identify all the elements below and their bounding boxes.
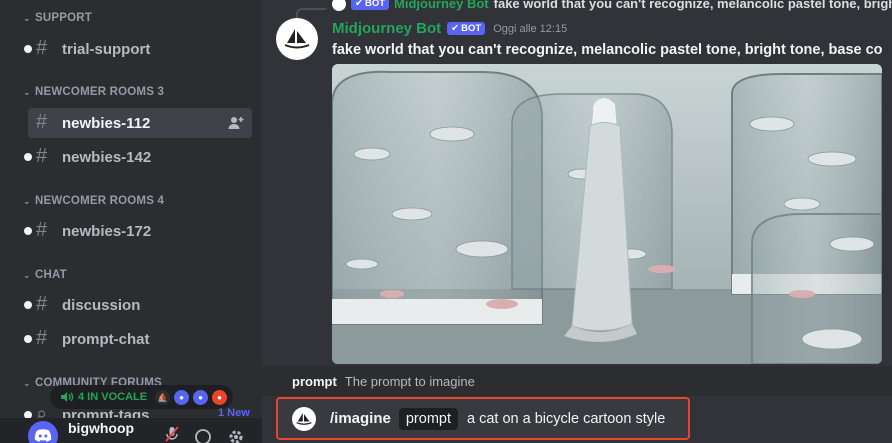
hash-icon: # [36,326,48,349]
avatar[interactable] [28,420,58,443]
midjourney-boat-icon [284,29,310,49]
username: bigwhoop [68,419,135,436]
discord-avatar-icon: ● [193,389,209,405]
message-text: fake world that you can't recognize, mel… [332,42,883,58]
avatar [332,0,346,11]
category-chat[interactable]: ⌄ CHAT [23,269,67,281]
chevron-down-icon: ⌄ [23,195,31,206]
category-newcomer-rooms-4[interactable]: ⌄ NEWCOMER ROOMS 4 [23,195,164,207]
thread-hash-icon: # [36,110,48,133]
aquarium-image [332,64,882,364]
channel-sidebar: ⌄ SUPPORT # trial-support ⌄ NEWCOMER ROO… [0,0,262,443]
voice-activity-pill[interactable]: 4 IN VOCALE ⛵ ● ● ● [50,385,234,409]
channel-newbies-112[interactable]: # newbies-112 [28,108,252,138]
headphones-icon[interactable] [194,428,212,443]
message-author[interactable]: Midjourney Bot [332,20,441,37]
discord-avatar-icon: ● [212,389,228,405]
check-icon: ✔ [451,23,460,34]
boat-icon: ⛵ [155,389,171,405]
midjourney-boat-icon [296,412,312,425]
discord-logo-icon [34,429,52,442]
prompt-input[interactable]: a cat on a bicycle cartoon style [467,411,665,427]
command-option-hint[interactable]: prompt The prompt to imagine [262,366,892,396]
message-timestamp: Oggi alle 12:15 [493,22,568,35]
message-composer[interactable]: /imagine prompt a cat on a bicycle carto… [276,397,690,440]
thread-hash-icon: # [36,144,48,167]
category-support[interactable]: ⌄ SUPPORT [23,12,92,24]
image-attachment[interactable] [332,64,882,364]
avatar [292,406,316,431]
thread-hash-icon: # [36,218,48,241]
slash-command: /imagine [330,410,391,427]
add-member-icon[interactable] [228,115,244,131]
mic-muted-icon[interactable] [164,426,180,442]
chevron-down-icon: ⌄ [23,86,31,97]
avatar[interactable] [276,18,318,60]
channel-trial-support[interactable]: # trial-support [24,34,252,64]
reply-text: fake world that you can't recognize, mel… [493,0,892,11]
chat-main: ✔ BOT Midjourney Bot fake world that you… [262,0,892,443]
gear-icon[interactable] [227,428,245,443]
command-option-chip[interactable]: prompt [398,407,458,430]
unread-indicator [24,45,32,53]
chevron-down-icon: ⌄ [23,269,31,280]
hash-icon: # [36,36,48,59]
reply-connector [296,8,326,18]
check-icon: ✔ [355,0,363,9]
user-panel: bigwhoop [0,418,262,443]
bot-tag: ✔ BOT [351,0,390,10]
bot-tag: ✔ BOT [447,22,486,35]
speaker-icon [61,392,74,402]
channel-newbies-172[interactable]: # newbies-172 [24,216,252,246]
chevron-down-icon: ⌄ [23,377,31,388]
unread-indicator [24,301,32,309]
channel-newbies-142[interactable]: # newbies-142 [24,142,252,172]
chevron-down-icon: ⌄ [23,12,31,23]
reply-preview[interactable]: ✔ BOT Midjourney Bot fake world that you… [332,0,892,11]
message-header: Midjourney Bot ✔ BOT Oggi alle 12:15 [332,20,567,37]
reply-author[interactable]: Midjourney Bot [394,0,489,11]
unread-indicator [24,153,32,161]
unread-indicator [24,335,32,343]
category-newcomer-rooms-3[interactable]: ⌄ NEWCOMER ROOMS 3 [23,86,164,98]
channel-discussion[interactable]: # discussion [24,290,252,320]
unread-indicator [24,227,32,235]
option-name: prompt [292,373,337,389]
discord-avatar-icon: ● [174,389,190,405]
option-description: The prompt to imagine [344,373,475,389]
channel-prompt-chat[interactable]: # prompt-chat [24,324,252,354]
hash-icon: # [36,292,48,315]
